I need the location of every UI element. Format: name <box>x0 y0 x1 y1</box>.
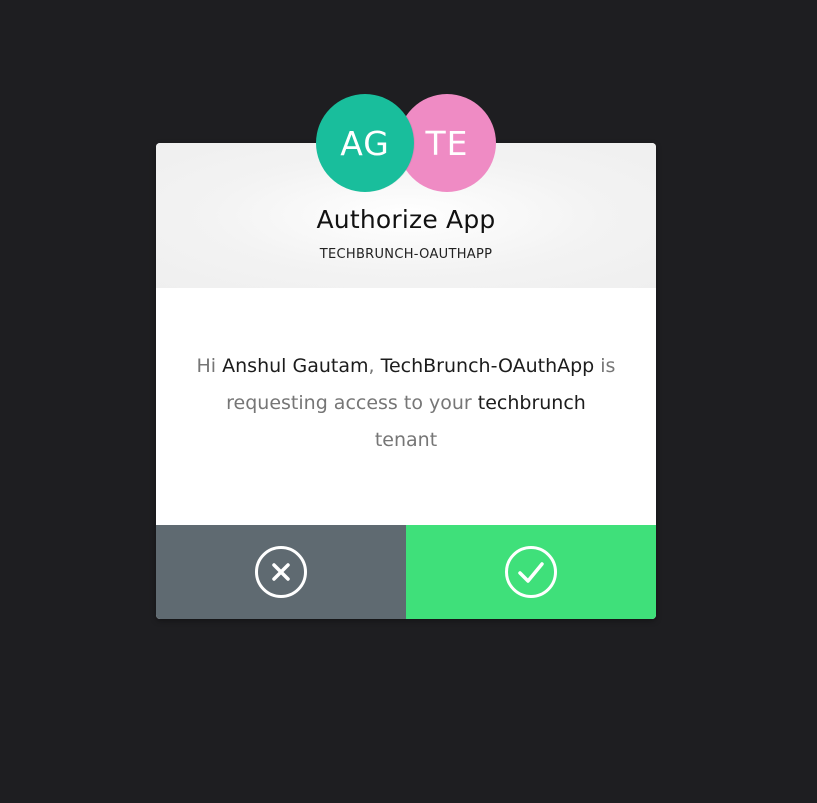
tenant-suffix: tenant <box>374 429 438 451</box>
close-circle-icon <box>255 546 307 598</box>
dialog-title: Authorize App <box>316 205 496 234</box>
consent-message: Hi Anshul Gautam, TechBrunch-OAuthApp is… <box>196 348 616 459</box>
tenant-initials: TE <box>425 123 469 163</box>
separator-text: , <box>368 355 375 377</box>
user-initials: AG <box>340 123 390 163</box>
greeting-text: Hi <box>196 355 217 377</box>
accept-button[interactable] <box>406 525 656 619</box>
app-display-name: TechBrunch-OAuthApp <box>380 355 595 377</box>
tenant-name: techbrunch <box>477 392 586 414</box>
user-avatar: AG <box>316 94 414 192</box>
action-bar <box>156 525 656 619</box>
check-circle-icon <box>505 546 557 598</box>
app-name: TECHBRUNCH-OAUTHAPP <box>319 247 493 262</box>
user-name: Anshul Gautam <box>222 355 369 377</box>
authorize-dialog: Authorize App TECHBRUNCH-OAUTHAPP Hi Ans… <box>156 143 656 619</box>
dialog-body: Hi Anshul Gautam, TechBrunch-OAuthApp is… <box>156 288 656 525</box>
deny-button[interactable] <box>156 525 406 619</box>
